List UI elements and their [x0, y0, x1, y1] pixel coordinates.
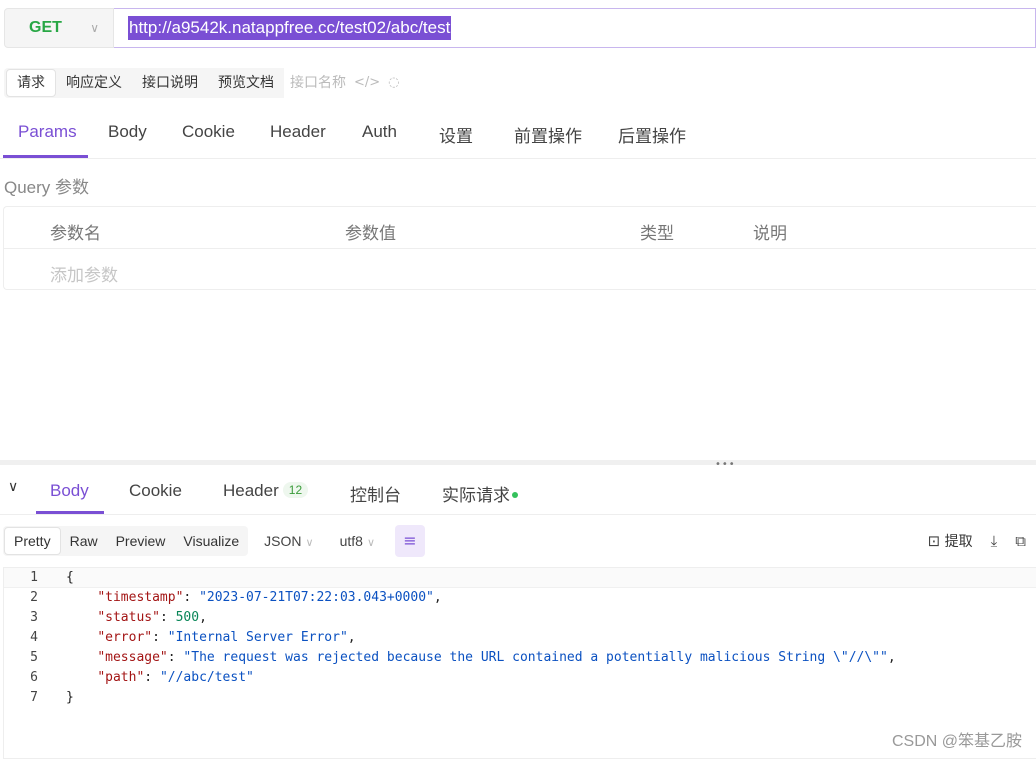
- response-tab-body[interactable]: Body: [50, 481, 89, 501]
- add-param-placeholder: 添加参数: [50, 266, 118, 285]
- request-subtabs: 请求 响应定义 接口说明 预览文档 接口名称 </> ◌: [4, 68, 404, 98]
- url-bar: GET ∨ http://a9542k.natappfree.cc/test02…: [4, 8, 1036, 48]
- api-name-placeholder: 接口名称: [290, 75, 346, 91]
- response-body-code[interactable]: 1{ 2 "timestamp": "2023-07-21T07:22:03.0…: [3, 567, 1036, 759]
- request-tabs: Params Body Cookie Header Auth 设置 前置操作 后…: [0, 112, 1036, 159]
- method-label: GET: [29, 19, 62, 36]
- active-response-tab-indicator: [36, 511, 104, 514]
- response-tab-header[interactable]: Header 12: [223, 481, 309, 501]
- code-line: 2 "timestamp": "2023-07-21T07:22:03.043+…: [30, 590, 442, 605]
- subtab-api-description[interactable]: 接口说明: [132, 68, 208, 98]
- tab-settings[interactable]: 设置: [439, 122, 473, 147]
- chevron-down-icon: ∨: [305, 537, 314, 549]
- tab-cookie[interactable]: Cookie: [182, 122, 235, 142]
- type-value: JSON: [264, 533, 302, 549]
- code-line: 1{: [4, 568, 1036, 588]
- method-select[interactable]: GET ∨: [4, 8, 114, 48]
- encoding-select[interactable]: utf8 ∨: [340, 533, 375, 549]
- query-params-table: 参数名 参数值 类型 说明 添加参数: [3, 206, 1036, 290]
- add-param-row[interactable]: 添加参数: [4, 249, 1036, 290]
- url-input[interactable]: http://a9542k.natappfree.cc/test02/abc/t…: [114, 8, 1036, 48]
- column-description: 说明: [753, 224, 787, 243]
- actual-request-label: 实际请求: [442, 486, 510, 505]
- tab-post-processors[interactable]: 后置操作: [618, 122, 686, 147]
- code-icon[interactable]: </>: [354, 68, 380, 98]
- format-preview[interactable]: Preview: [107, 526, 175, 556]
- subtab-request[interactable]: 请求: [6, 69, 56, 97]
- code-line: 7}: [30, 690, 74, 705]
- subtab-response-definition[interactable]: 响应定义: [56, 68, 132, 98]
- column-type: 类型: [640, 224, 674, 243]
- format-raw[interactable]: Raw: [61, 526, 107, 556]
- table-header: 参数名 参数值 类型 说明: [4, 207, 1036, 249]
- response-actions: ⊡ 提取 ⤓ ⧉: [928, 531, 1026, 551]
- tab-params[interactable]: Params: [18, 122, 77, 142]
- download-icon[interactable]: ⤓: [991, 532, 998, 550]
- api-name-field[interactable]: 接口名称 </> ◌: [284, 68, 404, 98]
- active-tab-indicator: [3, 155, 88, 158]
- watermark: CSDN @笨基乙胺: [891, 733, 1022, 750]
- response-toolbar: Pretty Raw Preview Visualize JSON ∨ utf8 ∨…: [3, 525, 425, 557]
- extract-button[interactable]: ⊡ 提取: [928, 531, 973, 551]
- format-visualize[interactable]: Visualize: [174, 526, 248, 556]
- chevron-down-icon: ∨: [366, 537, 375, 549]
- response-tab-console[interactable]: 控制台: [350, 481, 401, 506]
- tab-header[interactable]: Header: [270, 122, 326, 142]
- type-select[interactable]: JSON ∨: [264, 533, 313, 549]
- tab-body[interactable]: Body: [108, 122, 147, 142]
- code-line: 5 "message": "The request was rejected b…: [30, 650, 896, 665]
- code-line: 3 "status": 500,: [30, 610, 207, 625]
- column-value: 参数值: [345, 224, 396, 243]
- url-text: http://a9542k.natappfree.cc/test02/abc/t…: [128, 16, 452, 40]
- status-dot: [512, 492, 518, 498]
- column-name: 参数名: [50, 224, 101, 243]
- subtab-preview-doc[interactable]: 预览文档: [208, 68, 284, 98]
- response-tab-cookie[interactable]: Cookie: [129, 481, 182, 501]
- tab-pre-processors[interactable]: 前置操作: [514, 122, 582, 147]
- response-tab-header-label: Header: [223, 481, 279, 500]
- response-tab-actual-request[interactable]: 实际请求: [442, 481, 518, 506]
- chevron-down-icon: ∨: [90, 21, 99, 35]
- format-pretty[interactable]: Pretty: [4, 527, 61, 555]
- copy-icon[interactable]: ⧉: [1015, 532, 1026, 550]
- word-wrap-button[interactable]: ≡: [395, 525, 425, 557]
- status-icon[interactable]: ◌: [388, 68, 399, 98]
- code-line: 6 "path": "//abc/test": [30, 670, 254, 685]
- collapse-chevron-icon[interactable]: ∨: [8, 479, 18, 495]
- encoding-value: utf8: [339, 533, 363, 549]
- format-switch: Pretty Raw Preview Visualize: [3, 526, 249, 556]
- header-count-badge: 12: [282, 482, 309, 498]
- extract-icon: ⊡: [927, 532, 941, 550]
- tab-auth[interactable]: Auth: [362, 122, 397, 142]
- extract-label: 提取: [944, 534, 973, 550]
- query-title: Query 参数: [4, 178, 90, 197]
- code-line: 4 "error": "Internal Server Error",: [30, 630, 356, 645]
- response-tabs: ∨ Body Cookie Header 12 控制台 实际请求: [0, 465, 1036, 515]
